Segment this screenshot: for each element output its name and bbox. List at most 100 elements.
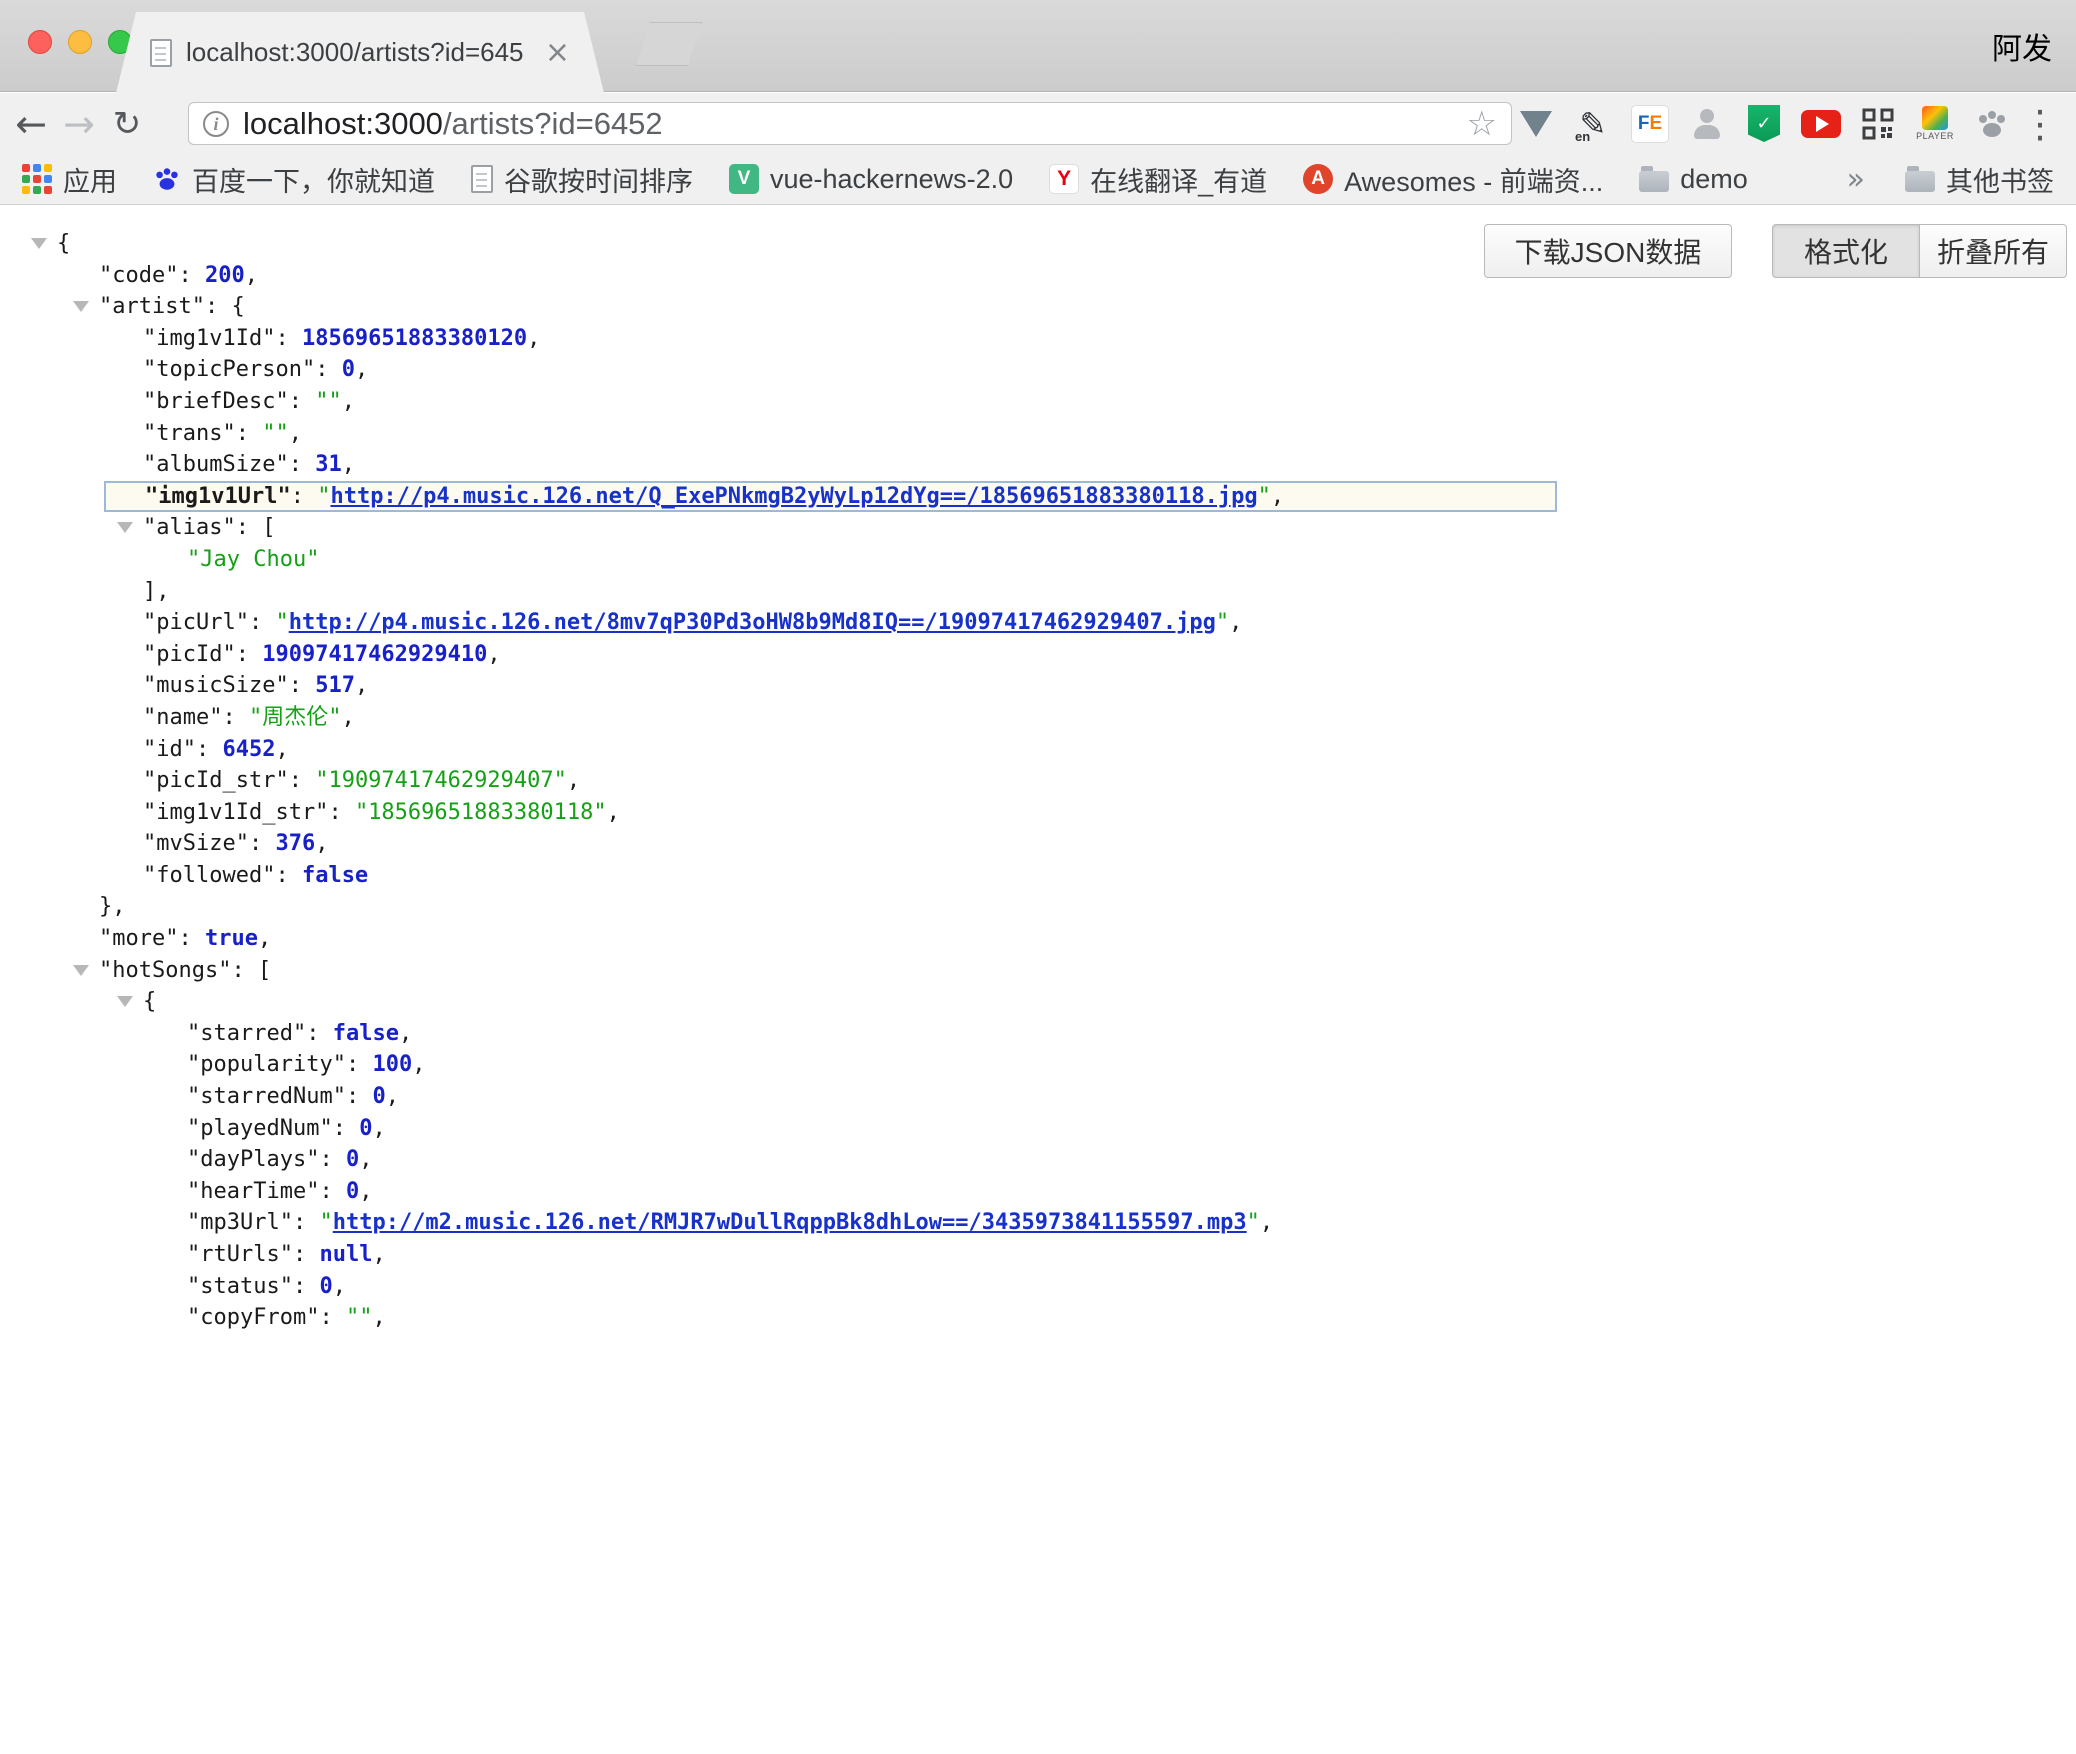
reload-icon[interactable]: ↻	[104, 93, 150, 154]
json-token: "	[1216, 610, 1229, 635]
collapse-toggle-icon[interactable]	[117, 996, 133, 1007]
json-token: :	[236, 421, 263, 446]
json-token: 376	[275, 831, 315, 856]
new-tab-button[interactable]	[636, 22, 702, 66]
bookmark-awesomes[interactable]: A Awesomes - 前端资...	[1303, 160, 1603, 199]
shield-extension-icon[interactable]: ✓	[1744, 102, 1784, 146]
bookmark-star-icon[interactable]: ☆	[1467, 104, 1497, 144]
json-token: :	[319, 1179, 346, 1204]
json-token: ,	[333, 1274, 346, 1299]
json-line: "Jay Chou"	[0, 544, 2076, 576]
json-token: ,	[527, 326, 540, 351]
json-token: :	[275, 863, 302, 888]
json-line: "picId": 19097417462929410,	[0, 639, 2076, 671]
json-token: :	[328, 800, 355, 825]
bookmark-demo-folder[interactable]: demo	[1639, 164, 1748, 195]
json-url-link[interactable]: http://m2.music.126.net/RMJR7wDullRqppBk…	[333, 1210, 1247, 1235]
tab-favicon-page-icon	[150, 39, 172, 67]
json-url-link[interactable]: http://p4.music.126.net/Q_ExePNkmgB2yWyL…	[330, 484, 1257, 509]
json-token: "mp3Url"	[187, 1210, 293, 1235]
page-info-icon[interactable]: i	[203, 111, 229, 137]
json-token: 100	[372, 1052, 412, 1077]
person-extension-icon[interactable]	[1687, 102, 1727, 146]
back-icon[interactable]: ←	[8, 93, 54, 154]
json-token: "copyFrom"	[187, 1305, 319, 1330]
json-token: :	[319, 1147, 346, 1172]
fe-extension-icon[interactable]: FE	[1630, 102, 1670, 146]
vue-devtools-icon[interactable]	[1516, 102, 1556, 146]
paw-extension-icon[interactable]	[1972, 102, 2012, 146]
url-path: /artists?id=6452	[443, 106, 663, 141]
json-token: :	[222, 705, 249, 730]
close-window-button[interactable]	[28, 30, 52, 54]
profile-name[interactable]: 阿发	[1992, 24, 2052, 68]
page-icon	[471, 165, 493, 193]
json-line: "img1v1Id": 18569651883380120,	[0, 323, 2076, 355]
json-token: ,	[275, 737, 288, 762]
youtube-extension-icon[interactable]	[1801, 102, 1841, 146]
json-line: "more": true,	[0, 923, 2076, 955]
json-viewer: {"code": 200,"artist": {"img1v1Id": 1856…	[0, 228, 2076, 1334]
json-token: ,	[372, 1305, 385, 1330]
bookmark-youdao-translate[interactable]: Y 在线翻译_有道	[1049, 160, 1267, 199]
address-bar[interactable]: i localhost:3000/artists?id=6452 ☆	[188, 102, 1512, 145]
bookmark-label: vue-hackernews-2.0	[770, 164, 1013, 195]
json-token: ,	[342, 452, 355, 477]
folder-icon	[1639, 171, 1669, 192]
check-icon: ✓	[1748, 105, 1780, 142]
json-token: "followed"	[143, 863, 275, 888]
json-token: : [	[231, 958, 271, 983]
json-token: :	[289, 389, 316, 414]
collapse-toggle-icon[interactable]	[31, 238, 47, 249]
bookmark-google-sort[interactable]: 谷歌按时间排序	[471, 160, 693, 199]
json-line: "starred": false,	[0, 1018, 2076, 1050]
json-token: "Jay Chou"	[187, 547, 319, 572]
json-token: "hotSongs"	[99, 958, 231, 983]
json-token: "mvSize"	[143, 831, 249, 856]
other-bookmarks-folder[interactable]: 其他书签	[1905, 160, 2054, 199]
json-token: :	[236, 642, 263, 667]
json-token: "id"	[143, 737, 196, 762]
json-token: ,	[245, 263, 258, 288]
bookmark-apps[interactable]: 应用	[22, 160, 117, 199]
json-token: "18569651883380118"	[355, 800, 607, 825]
bookmarks-bar: 应用 百度一下，你就知道 谷歌按时间排序 V vue-hackernews-2.…	[0, 154, 2076, 205]
other-bookmarks-label: 其他书签	[1946, 160, 2054, 199]
browser-menu-icon[interactable]: ⋮	[2018, 93, 2062, 154]
bookmarks-overflow-icon[interactable]: »	[1847, 162, 1865, 197]
json-token: 517	[315, 673, 355, 698]
tab-close-icon[interactable]: ×	[545, 38, 570, 68]
url-text[interactable]: localhost:3000/artists?id=6452	[243, 106, 663, 142]
json-token: :	[289, 452, 316, 477]
json-token: 31	[315, 452, 342, 477]
json-line: "starredNum": 0,	[0, 1081, 2076, 1113]
json-token: 0	[319, 1274, 332, 1299]
collapse-toggle-icon[interactable]	[73, 301, 89, 312]
bookmark-baidu[interactable]: 百度一下，你就知道	[153, 160, 435, 199]
browser-tab[interactable]: localhost:3000/artists?id=645 ×	[116, 12, 604, 93]
json-line: "alias": [	[0, 512, 2076, 544]
bookmark-label: 应用	[63, 160, 117, 199]
collapse-toggle-icon[interactable]	[73, 965, 89, 976]
minimize-window-button[interactable]	[68, 30, 92, 54]
json-line: "img1v1Id_str": "18569651883380118",	[0, 797, 2076, 829]
url-domain: localhost:3000	[243, 106, 443, 141]
bookmark-vue-hackernews[interactable]: V vue-hackernews-2.0	[729, 164, 1013, 195]
awesomes-icon: A	[1303, 164, 1333, 194]
json-token: "status"	[187, 1274, 293, 1299]
page-content: 下载JSON数据 格式化 折叠所有 {"code": 200,"artist":…	[0, 206, 2076, 1754]
json-token: "popularity"	[187, 1052, 346, 1077]
json-token: "albumSize"	[143, 452, 289, 477]
json-token: ,	[355, 673, 368, 698]
json-url-link[interactable]: http://p4.music.126.net/8mv7qP30Pd3oHW8b…	[289, 610, 1216, 635]
youdao-translate-icon[interactable]: ✎ en	[1573, 102, 1613, 146]
json-token: ""	[315, 389, 342, 414]
player-extension-icon[interactable]: PLAYER	[1915, 102, 1955, 146]
json-token: "img1v1Url"	[145, 484, 291, 509]
json-token: ""	[346, 1305, 373, 1330]
json-token: :	[346, 1084, 373, 1109]
collapse-toggle-icon[interactable]	[117, 522, 133, 533]
json-token: ,	[1271, 484, 1284, 509]
json-line: },	[0, 891, 2076, 923]
qr-code-icon[interactable]	[1858, 102, 1898, 146]
